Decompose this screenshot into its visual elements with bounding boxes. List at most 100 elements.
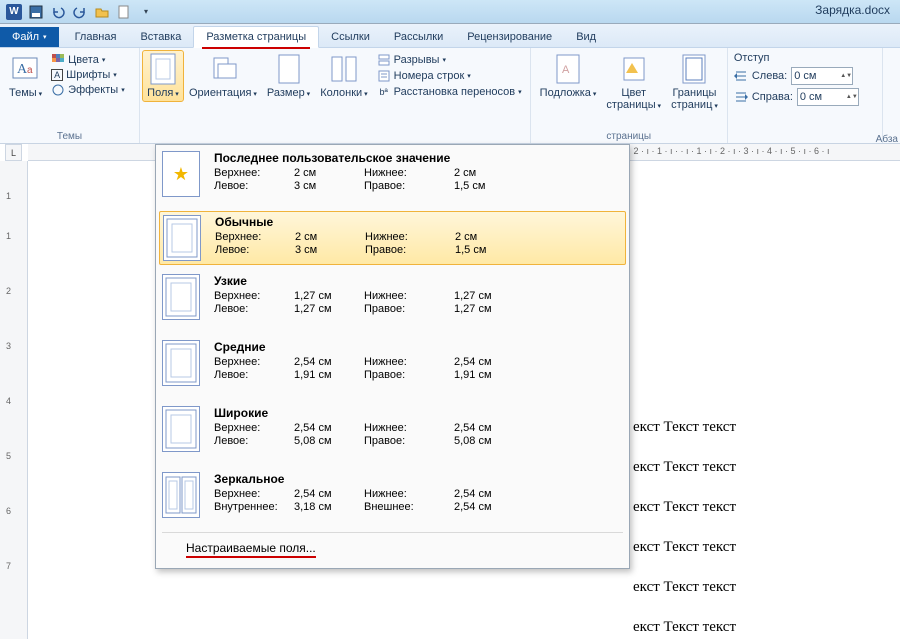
effects-icon	[51, 83, 65, 97]
word-app-icon[interactable]: W	[6, 4, 22, 20]
page-borders-button[interactable]: Границы страниц	[666, 50, 723, 114]
margin-preset-values: Верхнее:2 смНижнее:2 смЛевое:3 смПравое:…	[215, 231, 620, 256]
margin-preset-title: Зеркальное	[214, 472, 621, 486]
themes-label: Темы	[9, 85, 42, 101]
indent-left-icon	[734, 70, 748, 82]
margins-button[interactable]: Поля	[142, 50, 184, 102]
indent-right-icon	[734, 91, 748, 103]
svg-text:a: a	[27, 65, 33, 76]
margin-preset-item[interactable]: Средние Верхнее:2,54 смНижнее:2,54 смЛево…	[156, 334, 629, 392]
themes-icon: Aa	[10, 53, 42, 85]
margin-preset-item[interactable]: Зеркальное Верхнее:2,54 смНижнее:2,54 смВ…	[156, 466, 629, 524]
group-themes-label: Темы	[0, 129, 139, 142]
breaks-button[interactable]: Разрывы	[375, 52, 524, 68]
margin-preset-title: Последнее пользовательское значение	[214, 151, 621, 165]
margin-preset-values: Верхнее:2,54 смНижнее:2,54 смЛевое:5,08 …	[214, 422, 621, 447]
indent-group-title: Отступ	[734, 52, 770, 64]
qat-more-icon[interactable]: ▾	[138, 4, 154, 20]
save-icon[interactable]	[28, 4, 44, 20]
indent-right-input[interactable]: 0 см▲▼	[797, 88, 859, 106]
margin-preset-thumb-icon	[163, 215, 201, 261]
margin-preset-title: Узкие	[214, 274, 621, 288]
body-text-line: екст Текст текст	[633, 539, 736, 556]
margins-icon	[147, 53, 179, 85]
body-text-line: екст Текст текст	[633, 619, 736, 636]
svg-text:A: A	[562, 64, 570, 76]
tab-view[interactable]: Вид	[564, 27, 608, 47]
line-numbers-button[interactable]: Номера строк	[375, 68, 524, 84]
body-text-line: екст Текст текст	[633, 459, 736, 476]
page-color-button[interactable]: Цвет страницы	[601, 50, 666, 114]
spinner-arrows[interactable]: ▲▼	[846, 94, 856, 100]
themes-button[interactable]: Aa Темы	[4, 50, 47, 102]
spinner-arrows[interactable]: ▲▼	[840, 73, 850, 79]
indent-right-label: Справа:	[752, 91, 793, 103]
tab-selector[interactable]: L	[5, 144, 22, 161]
tab-references[interactable]: Ссылки	[319, 27, 382, 47]
vertical-ruler[interactable]: 1 1 2 3 4 5 6 7	[0, 161, 28, 639]
custom-margins-item[interactable]: Настраиваемые поля...	[156, 535, 629, 568]
margin-preset-values: Верхнее:2,54 смНижнее:2,54 смВнутреннее:…	[214, 488, 621, 513]
body-text-line: екст Текст текст	[633, 499, 736, 516]
redo-icon[interactable]	[72, 4, 88, 20]
body-text-line: екст Текст текст	[633, 419, 736, 436]
ribbon: Aa Темы Цвета AШрифты Эффекты Темы Поля …	[0, 48, 900, 144]
margin-preset-values: Верхнее:2,54 смНижнее:2,54 смЛевое:1,91 …	[214, 356, 621, 381]
margin-preset-values: Верхнее:1,27 смНижнее:1,27 смЛевое:1,27 …	[214, 290, 621, 315]
page-color-icon	[618, 53, 650, 85]
size-icon	[273, 53, 305, 85]
hyphenation-button[interactable]: bªРасстановка переносов	[375, 84, 524, 100]
theme-fonts-button[interactable]: AШрифты	[49, 68, 127, 82]
new-icon[interactable]	[116, 4, 132, 20]
columns-button[interactable]: Колонки	[315, 50, 372, 102]
tab-mailings[interactable]: Рассылки	[382, 27, 455, 47]
orientation-icon	[207, 53, 239, 85]
indent-left-label: Слева:	[752, 70, 787, 82]
margin-preset-title: Обычные	[215, 215, 620, 229]
margins-label: Поля	[147, 85, 179, 101]
open-icon[interactable]	[94, 4, 110, 20]
menu-separator	[162, 532, 623, 533]
tab-review[interactable]: Рецензирование	[455, 27, 564, 47]
margin-preset-title: Средние	[214, 340, 621, 354]
group-paragraph-indent: Отступ Слева: 0 см▲▼ Справа: 0 см▲▼	[728, 48, 883, 143]
tab-page-layout[interactable]: Разметка страницы	[193, 26, 319, 48]
columns-icon	[328, 53, 360, 85]
margin-preset-thumb-icon	[162, 340, 200, 386]
theme-colors-button[interactable]: Цвета	[49, 52, 127, 68]
group-page-setup: Поля Ориентация Размер Колонки Разрывы Н…	[140, 48, 531, 143]
margin-preset-item[interactable]: Широкие Верхнее:2,54 смНижнее:2,54 смЛево…	[156, 400, 629, 458]
size-button[interactable]: Размер	[262, 50, 315, 102]
line-numbers-icon	[377, 69, 391, 83]
tab-home[interactable]: Главная	[63, 27, 129, 47]
indent-left-input[interactable]: 0 см▲▼	[791, 67, 853, 85]
fonts-icon: A	[51, 69, 63, 81]
tab-insert[interactable]: Вставка	[128, 27, 193, 47]
theme-effects-button[interactable]: Эффекты	[49, 82, 127, 98]
margin-preset-thumb-icon: ★	[162, 151, 200, 197]
margins-dropdown: ★ Последнее пользовательское значение Верх…	[155, 144, 630, 569]
page-borders-icon	[678, 53, 710, 85]
quick-access-toolbar: W ▾	[0, 4, 154, 20]
group-page-background: A Подложка Цвет страницы Границы страниц…	[531, 48, 728, 143]
margin-preset-item[interactable]: Узкие Верхнее:1,27 смНижнее:1,27 смЛевое:…	[156, 268, 629, 326]
watermark-button[interactable]: A Подложка	[535, 50, 602, 102]
title-bar: W ▾ Зарядка.docx	[0, 0, 900, 24]
tab-file[interactable]: Файл	[0, 27, 59, 47]
margin-preset-values: Верхнее:2 смНижнее:2 смЛевое:3 смПравое:…	[214, 167, 621, 192]
colors-icon	[51, 53, 65, 67]
orientation-button[interactable]: Ориентация	[184, 50, 262, 102]
undo-icon[interactable]	[50, 4, 66, 20]
watermark-icon: A	[552, 53, 584, 85]
margin-preset-thumb-icon	[162, 472, 200, 518]
margin-preset-thumb-icon	[162, 274, 200, 320]
margin-preset-item[interactable]: Обычные Верхнее:2 смНижнее:2 смЛевое:3 см…	[159, 211, 626, 265]
margin-preset-thumb-icon	[162, 406, 200, 452]
hyphenation-icon: bª	[377, 85, 391, 99]
ribbon-tab-row: Файл Главная Вставка Разметка страницы С…	[0, 24, 900, 48]
group-themes: Aa Темы Цвета AШрифты Эффекты Темы	[0, 48, 140, 143]
margin-preset-title: Широкие	[214, 406, 621, 420]
document-title: Зарядка.docx	[815, 3, 890, 17]
margin-preset-item[interactable]: ★ Последнее пользовательское значение Верх…	[156, 145, 629, 203]
breaks-icon	[377, 53, 391, 67]
